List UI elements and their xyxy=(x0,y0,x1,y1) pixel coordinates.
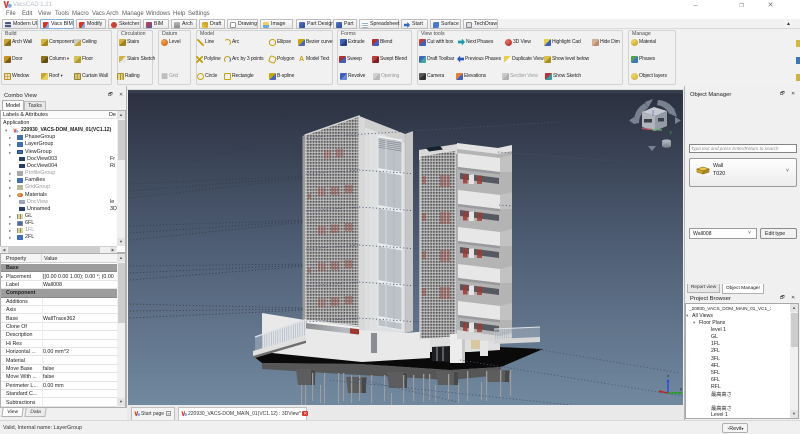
svg-text:z: z xyxy=(667,373,669,378)
svg-text:y: y xyxy=(680,386,682,391)
